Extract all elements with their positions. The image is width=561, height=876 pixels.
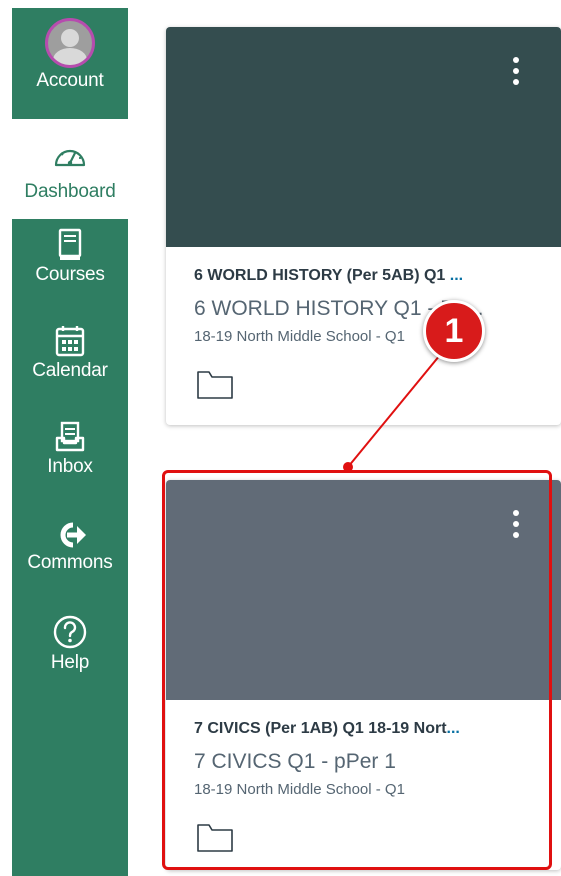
course-card-hero[interactable] — [166, 27, 561, 247]
global-nav-sidebar: Account Dashboard Courses Calendar Inbox… — [12, 8, 128, 876]
highlight-box — [162, 470, 552, 870]
step-callout-badge: 1 — [423, 300, 485, 362]
nav-dashboard[interactable]: Dashboard — [12, 119, 128, 219]
nav-account[interactable]: Account — [12, 18, 128, 118]
course-term: 18-19 North Middle School - Q1 — [194, 328, 405, 345]
avatar — [45, 18, 95, 68]
nav-account-label: Account — [36, 70, 104, 91]
course-subtitle: 6 WORLD HISTORY Q1 - Pe... — [194, 297, 484, 320]
calendar-icon — [55, 326, 85, 357]
help-icon — [53, 615, 87, 649]
course-title[interactable]: 6 WORLD HISTORY (Per 5AB) Q1 ... — [194, 267, 534, 285]
nav-inbox-label: Inbox — [47, 456, 93, 477]
folder-icon[interactable] — [196, 368, 234, 400]
course-title-text: 6 WORLD HISTORY (Per 5AB) Q1 — [194, 267, 450, 284]
nav-commons-label: Commons — [27, 552, 113, 573]
dashboard-icon — [54, 149, 86, 167]
course-card[interactable]: 6 WORLD HISTORY (Per 5AB) Q1 ... 6 WORLD… — [166, 27, 561, 425]
commons-icon — [60, 522, 86, 548]
card-options-icon[interactable] — [513, 57, 519, 85]
nav-calendar[interactable]: Calendar — [12, 324, 128, 414]
nav-inbox[interactable]: Inbox — [12, 420, 128, 510]
nav-dashboard-label: Dashboard — [24, 181, 116, 202]
nav-calendar-label: Calendar — [32, 360, 108, 381]
nav-help-label: Help — [50, 652, 90, 673]
inbox-icon — [55, 421, 85, 452]
nav-help[interactable]: Help — [12, 614, 128, 704]
nav-courses[interactable]: Courses — [12, 228, 128, 318]
nav-commons[interactable]: Commons — [12, 520, 128, 610]
courses-icon — [58, 228, 82, 260]
nav-courses-label: Courses — [35, 264, 105, 285]
course-title-ellipsis: ... — [449, 267, 464, 284]
